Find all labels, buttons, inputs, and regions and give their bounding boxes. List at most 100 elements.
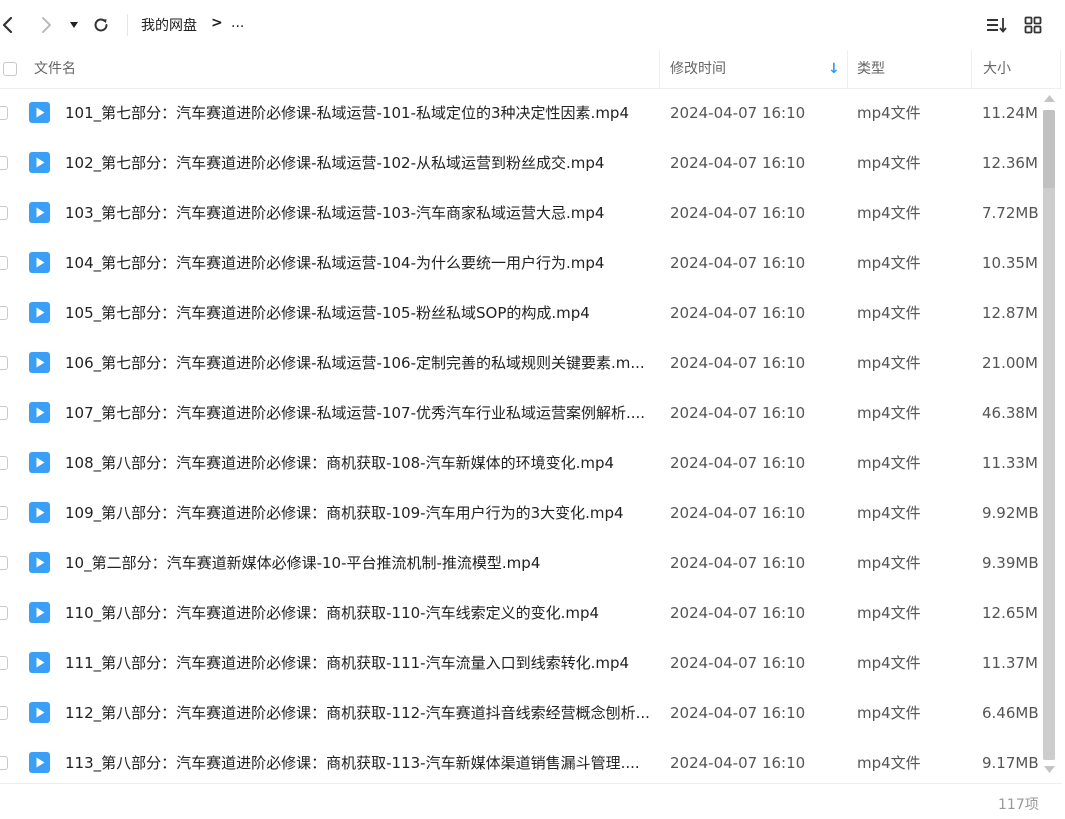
table-row[interactable]: 110_第八部分：汽车赛道进阶必修课：商机获取-110-汽车线索定义的变化.mp… <box>0 588 1040 638</box>
forward-button[interactable] <box>36 10 58 40</box>
file-name[interactable]: 10_第二部分：汽车赛道新媒体必修课-10-平台推流机制-推流模型.mp4 <box>65 538 650 588</box>
row-checkbox[interactable] <box>0 106 8 120</box>
file-name[interactable]: 106_第七部分：汽车赛道进阶必修课-私域运营-106-定制完善的私域规则关键要… <box>65 338 650 388</box>
table-row[interactable]: 112_第八部分：汽车赛道进阶必修课：商机获取-112-汽车赛道抖音线索经营概念… <box>0 688 1040 738</box>
row-checkbox[interactable] <box>0 556 8 570</box>
row-checkbox[interactable] <box>0 206 8 220</box>
file-name[interactable]: 109_第八部分：汽车赛道进阶必修课：商机获取-109-汽车用户行为的3大变化.… <box>65 488 650 538</box>
file-size: 7.72MB <box>982 204 1039 222</box>
row-checkbox[interactable] <box>0 356 8 370</box>
header-name[interactable]: 文件名 <box>34 50 76 88</box>
row-checkbox[interactable] <box>0 456 8 470</box>
breadcrumb-root[interactable]: 我的网盘 <box>141 15 197 35</box>
file-type: mp4文件 <box>857 354 921 372</box>
file-name[interactable]: 111_第八部分：汽车赛道进阶必修课：商机获取-111-汽车流量入口到线索转化.… <box>65 638 650 688</box>
file-name[interactable]: 103_第七部分：汽车赛道进阶必修课-私域运营-103-汽车商家私域运营大忌.m… <box>65 188 650 238</box>
file-type: mp4文件 <box>857 604 921 622</box>
file-size: 9.17MB <box>982 754 1039 772</box>
breadcrumb-more[interactable]: ... <box>231 15 244 31</box>
video-file-icon <box>29 402 50 423</box>
video-file-icon <box>29 252 50 273</box>
table-row[interactable]: 108_第八部分：汽车赛道进阶必修课：商机获取-108-汽车新媒体的环境变化.m… <box>0 438 1040 488</box>
file-name[interactable]: 113_第八部分：汽车赛道进阶必修课：商机获取-113-汽车新媒体渠道销售漏斗管… <box>65 738 650 788</box>
row-checkbox[interactable] <box>0 706 8 720</box>
table-row[interactable]: 101_第七部分：汽车赛道进阶必修课-私域运营-101-私域定位的3种决定性因素… <box>0 88 1040 138</box>
table-row[interactable]: 103_第七部分：汽车赛道进阶必修课-私域运营-103-汽车商家私域运营大忌.m… <box>0 188 1040 238</box>
file-modified: 2024-04-07 16:10 <box>670 454 806 472</box>
table-row[interactable]: 105_第七部分：汽车赛道进阶必修课-私域运营-105-粉丝私域SOP的构成.m… <box>0 288 1040 338</box>
video-file-icon <box>29 652 50 673</box>
sort-list-icon <box>987 18 1007 33</box>
video-file-icon <box>29 352 50 373</box>
file-name[interactable]: 110_第八部分：汽车赛道进阶必修课：商机获取-110-汽车线索定义的变化.mp… <box>65 588 650 638</box>
file-list: 101_第七部分：汽车赛道进阶必修课-私域运营-101-私域定位的3种决定性因素… <box>0 88 1040 788</box>
row-checkbox[interactable] <box>0 156 8 170</box>
file-name[interactable]: 102_第七部分：汽车赛道进阶必修课-私域运营-102-从私域运营到粉丝成交.m… <box>65 138 650 188</box>
file-name[interactable]: 105_第七部分：汽车赛道进阶必修课-私域运营-105-粉丝私域SOP的构成.m… <box>65 288 650 338</box>
scrollbar-thumb[interactable] <box>1043 110 1055 188</box>
file-size: 46.38M <box>982 404 1038 422</box>
back-button[interactable] <box>0 10 18 40</box>
file-size: 12.36M <box>982 154 1038 172</box>
file-name[interactable]: 101_第七部分：汽车赛道进阶必修课-私域运营-101-私域定位的3种决定性因素… <box>65 88 650 138</box>
table-row[interactable]: 102_第七部分：汽车赛道进阶必修课-私域运营-102-从私域运营到粉丝成交.m… <box>0 138 1040 188</box>
file-size: 11.37M <box>982 654 1038 672</box>
header-type[interactable]: 类型 <box>857 50 885 88</box>
file-type: mp4文件 <box>857 504 921 522</box>
sort-button[interactable] <box>985 10 1009 40</box>
table-row[interactable]: 109_第八部分：汽车赛道进阶必修课：商机获取-109-汽车用户行为的3大变化.… <box>0 488 1040 538</box>
file-name[interactable]: 108_第八部分：汽车赛道进阶必修课：商机获取-108-汽车新媒体的环境变化.m… <box>65 438 650 488</box>
table-row[interactable]: 104_第七部分：汽车赛道进阶必修课-私域运营-104-为什么要统一用户行为.m… <box>0 238 1040 288</box>
history-dropdown-button[interactable] <box>66 10 82 40</box>
video-file-icon <box>29 152 50 173</box>
file-modified: 2024-04-07 16:10 <box>670 704 806 722</box>
footer-divider <box>0 783 1062 784</box>
view-toggle-button[interactable] <box>1022 10 1044 40</box>
file-size: 12.87M <box>982 304 1038 322</box>
row-checkbox[interactable] <box>0 606 8 620</box>
scroll-down-icon[interactable] <box>1043 765 1056 774</box>
table-row[interactable]: 107_第七部分：汽车赛道进阶必修课-私域运营-107-优秀汽车行业私域运营案例… <box>0 388 1040 438</box>
item-count: 117项 <box>998 797 1039 813</box>
file-modified: 2024-04-07 16:10 <box>670 304 806 322</box>
video-file-icon <box>29 302 50 323</box>
table-row[interactable]: 106_第七部分：汽车赛道进阶必修课-私域运营-106-定制完善的私域规则关键要… <box>0 338 1040 388</box>
file-size: 12.65M <box>982 604 1038 622</box>
refresh-button[interactable] <box>90 10 112 40</box>
file-modified: 2024-04-07 16:10 <box>670 154 806 172</box>
scrollbar-track[interactable] <box>1043 110 1055 760</box>
file-modified: 2024-04-07 16:10 <box>670 554 806 572</box>
video-file-icon <box>29 452 50 473</box>
header-size[interactable]: 大小 <box>983 50 1011 88</box>
select-all-checkbox[interactable] <box>3 62 17 76</box>
row-checkbox[interactable] <box>0 656 8 670</box>
file-name[interactable]: 107_第七部分：汽车赛道进阶必修课-私域运营-107-优秀汽车行业私域运营案例… <box>65 388 650 438</box>
row-checkbox[interactable] <box>0 506 8 520</box>
breadcrumb-separator: > <box>211 15 223 31</box>
file-name[interactable]: 112_第八部分：汽车赛道进阶必修课：商机获取-112-汽车赛道抖音线索经营概念… <box>65 688 650 738</box>
table-row[interactable]: 113_第八部分：汽车赛道进阶必修课：商机获取-113-汽车新媒体渠道销售漏斗管… <box>0 738 1040 788</box>
forward-icon <box>42 17 51 33</box>
file-type: mp4文件 <box>857 654 921 672</box>
row-checkbox[interactable] <box>0 756 8 770</box>
column-divider[interactable] <box>847 50 848 88</box>
file-name[interactable]: 104_第七部分：汽车赛道进阶必修课-私域运营-104-为什么要统一用户行为.m… <box>65 238 650 288</box>
row-checkbox[interactable] <box>0 406 8 420</box>
sort-down-icon[interactable]: ↓ <box>828 50 840 88</box>
file-type: mp4文件 <box>857 154 921 172</box>
scroll-up-icon[interactable] <box>1043 94 1056 103</box>
file-modified: 2024-04-07 16:10 <box>670 654 806 672</box>
file-type: mp4文件 <box>857 404 921 422</box>
row-checkbox[interactable] <box>0 306 8 320</box>
table-row[interactable]: 111_第八部分：汽车赛道进阶必修课：商机获取-111-汽车流量入口到线索转化.… <box>0 638 1040 688</box>
column-divider[interactable] <box>971 50 972 88</box>
video-file-icon <box>29 202 50 223</box>
column-divider[interactable] <box>659 50 660 88</box>
file-size: 11.33M <box>982 454 1038 472</box>
table-row[interactable]: 10_第二部分：汽车赛道新媒体必修课-10-平台推流机制-推流模型.mp4 202… <box>0 538 1040 588</box>
row-checkbox[interactable] <box>0 256 8 270</box>
header-modified[interactable]: 修改时间 <box>670 50 726 88</box>
grid-view-icon <box>1024 16 1042 34</box>
toolbar-divider <box>127 14 128 36</box>
column-divider <box>1060 50 1061 88</box>
